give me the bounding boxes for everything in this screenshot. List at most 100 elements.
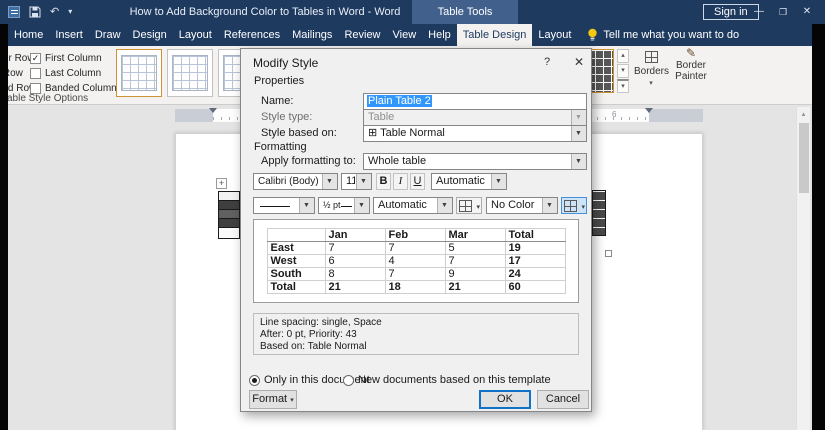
name-label: Name: bbox=[261, 95, 293, 107]
tab-table-layout[interactable]: Layout bbox=[532, 24, 577, 46]
new-documents-label: New documents based on this template bbox=[358, 374, 551, 386]
preview-table: Jan Feb Mar Total East 7 7 5 19 West 6 4… bbox=[267, 228, 566, 294]
table-cell bbox=[219, 201, 239, 210]
table-move-handle[interactable]: + bbox=[216, 178, 227, 189]
cancel-button[interactable]: Cancel bbox=[537, 390, 589, 409]
save-icon[interactable] bbox=[29, 6, 41, 18]
checkbox-last-column[interactable]: Last Column bbox=[30, 67, 101, 80]
formatting-section-label: Formatting bbox=[254, 141, 307, 153]
gridlines-grid-icon bbox=[564, 200, 577, 212]
preview-total-row: Total 21 18 21 60 bbox=[267, 281, 565, 294]
tab-references[interactable]: References bbox=[218, 24, 286, 46]
document-table-fragment-left[interactable] bbox=[218, 191, 240, 239]
dropdown-arrow-icon[interactable] bbox=[356, 174, 371, 189]
italic-button[interactable]: I bbox=[393, 173, 408, 190]
preview-cell: 60 bbox=[505, 281, 565, 294]
ok-button[interactable]: OK bbox=[479, 390, 531, 409]
dropdown-arrow-icon[interactable] bbox=[354, 198, 369, 213]
tab-design[interactable]: Design bbox=[127, 24, 173, 46]
table-cell bbox=[219, 192, 239, 201]
tab-review[interactable]: Review bbox=[338, 24, 386, 46]
tab-help[interactable]: Help bbox=[422, 24, 457, 46]
table-style-grid bbox=[121, 55, 157, 91]
dropdown-arrow-icon[interactable] bbox=[437, 198, 452, 213]
dropdown-arrow-icon[interactable] bbox=[491, 174, 506, 189]
dropdown-arrow-icon[interactable] bbox=[571, 126, 586, 141]
new-documents-radio[interactable] bbox=[343, 375, 354, 386]
dropdown-arrow-icon[interactable] bbox=[299, 198, 314, 213]
preview-cell: 24 bbox=[505, 268, 565, 281]
preview-row: West 6 4 7 17 bbox=[267, 255, 565, 268]
tab-table-design[interactable]: Table Design bbox=[457, 24, 533, 46]
document-table-fragment-right[interactable] bbox=[592, 190, 606, 236]
border-style-dropdown[interactable] bbox=[253, 197, 315, 214]
minimize-button[interactable]: — bbox=[748, 0, 770, 24]
style-based-on-dropdown[interactable]: ⊞ Table Normal bbox=[363, 125, 587, 142]
indent-marker[interactable] bbox=[209, 108, 217, 113]
first-column-checkbox[interactable]: ✓ bbox=[30, 53, 41, 64]
undo-icon[interactable]: ↶ bbox=[50, 0, 59, 24]
scroll-up-icon[interactable]: ▴ bbox=[797, 107, 810, 118]
table-resize-handle[interactable] bbox=[605, 250, 612, 257]
gridlines-split-button[interactable]: ▾ bbox=[561, 197, 587, 214]
last-column-checkbox[interactable] bbox=[30, 68, 41, 79]
right-indent-marker[interactable] bbox=[645, 108, 653, 113]
table-style-thumbnail-selected[interactable] bbox=[116, 49, 162, 97]
last-column-label: Last Column bbox=[45, 68, 101, 79]
dropdown-arrow-icon[interactable] bbox=[542, 198, 557, 213]
modify-style-dialog: Modify Style ? ✕ Properties Name: Plain … bbox=[240, 48, 592, 412]
qat-customize-icon[interactable]: ▾ bbox=[68, 0, 72, 24]
underline-button[interactable]: U bbox=[410, 173, 425, 190]
right-edge-strip bbox=[812, 24, 825, 430]
preview-cell: Total bbox=[267, 281, 325, 294]
borders-split-button[interactable]: ▾ bbox=[456, 197, 482, 214]
border-weight-dropdown[interactable]: ½ pt bbox=[318, 197, 370, 214]
borders-button[interactable]: Borders ▾ bbox=[634, 48, 668, 103]
dropdown-arrow-icon[interactable] bbox=[571, 154, 586, 169]
dialog-help-icon[interactable]: ? bbox=[537, 54, 557, 71]
border-painter-button[interactable]: ✎ Border Painter bbox=[670, 48, 712, 103]
dropdown-arrow-icon[interactable] bbox=[322, 174, 337, 189]
maximize-button[interactable]: ❐ bbox=[772, 0, 794, 24]
vertical-scrollbar[interactable]: ▴ bbox=[796, 107, 810, 430]
border-color-dropdown[interactable]: Automatic bbox=[373, 197, 453, 214]
font-size-dropdown[interactable]: 11 bbox=[341, 173, 372, 190]
fill-color-dropdown[interactable]: No Color bbox=[486, 197, 558, 214]
dropdown-arrow-icon[interactable] bbox=[571, 110, 586, 125]
close-window-button[interactable]: ✕ bbox=[796, 0, 818, 24]
tab-view[interactable]: View bbox=[387, 24, 423, 46]
gallery-scroll-up-icon[interactable]: ▴ bbox=[617, 49, 629, 63]
table-style-thumbnail[interactable] bbox=[167, 49, 213, 97]
properties-section-label: Properties bbox=[254, 75, 304, 87]
preview-cell: 7 bbox=[445, 255, 505, 268]
tab-home[interactable]: Home bbox=[8, 24, 49, 46]
apply-formatting-dropdown[interactable]: Whole table bbox=[363, 153, 587, 170]
font-name-dropdown[interactable]: Calibri (Body) bbox=[253, 173, 338, 190]
dialog-close-icon[interactable]: ✕ bbox=[569, 54, 589, 71]
tell-me-box[interactable]: Tell me what you want to do bbox=[577, 24, 749, 46]
preview-cell: South bbox=[267, 268, 325, 281]
style-type-dropdown[interactable]: Table bbox=[363, 109, 587, 126]
tab-insert[interactable]: Insert bbox=[49, 24, 89, 46]
table-cell bbox=[219, 228, 239, 237]
window-title: How to Add Background Color to Tables in… bbox=[120, 0, 410, 24]
scrollbar-thumb[interactable] bbox=[799, 123, 809, 193]
preview-header-row: Jan Feb Mar Total bbox=[267, 229, 565, 242]
font-color-dropdown[interactable]: Automatic bbox=[431, 173, 507, 190]
checkbox-first-column[interactable]: ✓ First Column bbox=[30, 52, 102, 65]
tab-draw[interactable]: Draw bbox=[89, 24, 127, 46]
style-name-input[interactable]: Plain Table 2 bbox=[363, 93, 587, 110]
table-style-options-group-label: Table Style Options bbox=[2, 93, 88, 104]
gallery-scroll-down-icon[interactable]: ▾ bbox=[617, 64, 629, 78]
preview-cell: 18 bbox=[385, 281, 445, 294]
preview-cell: Feb bbox=[385, 229, 445, 242]
tab-mailings[interactable]: Mailings bbox=[286, 24, 338, 46]
format-button[interactable]: Format ▾ bbox=[249, 390, 297, 409]
gallery-more-icon[interactable]: ▾ bbox=[617, 79, 629, 93]
preview-cell: 19 bbox=[505, 242, 565, 255]
word-app-icon[interactable] bbox=[8, 6, 20, 18]
bold-button[interactable]: B bbox=[376, 173, 391, 190]
only-in-document-radio[interactable] bbox=[249, 375, 260, 386]
table-tools-group-label: Table Tools bbox=[412, 0, 518, 24]
tab-layout[interactable]: Layout bbox=[173, 24, 218, 46]
